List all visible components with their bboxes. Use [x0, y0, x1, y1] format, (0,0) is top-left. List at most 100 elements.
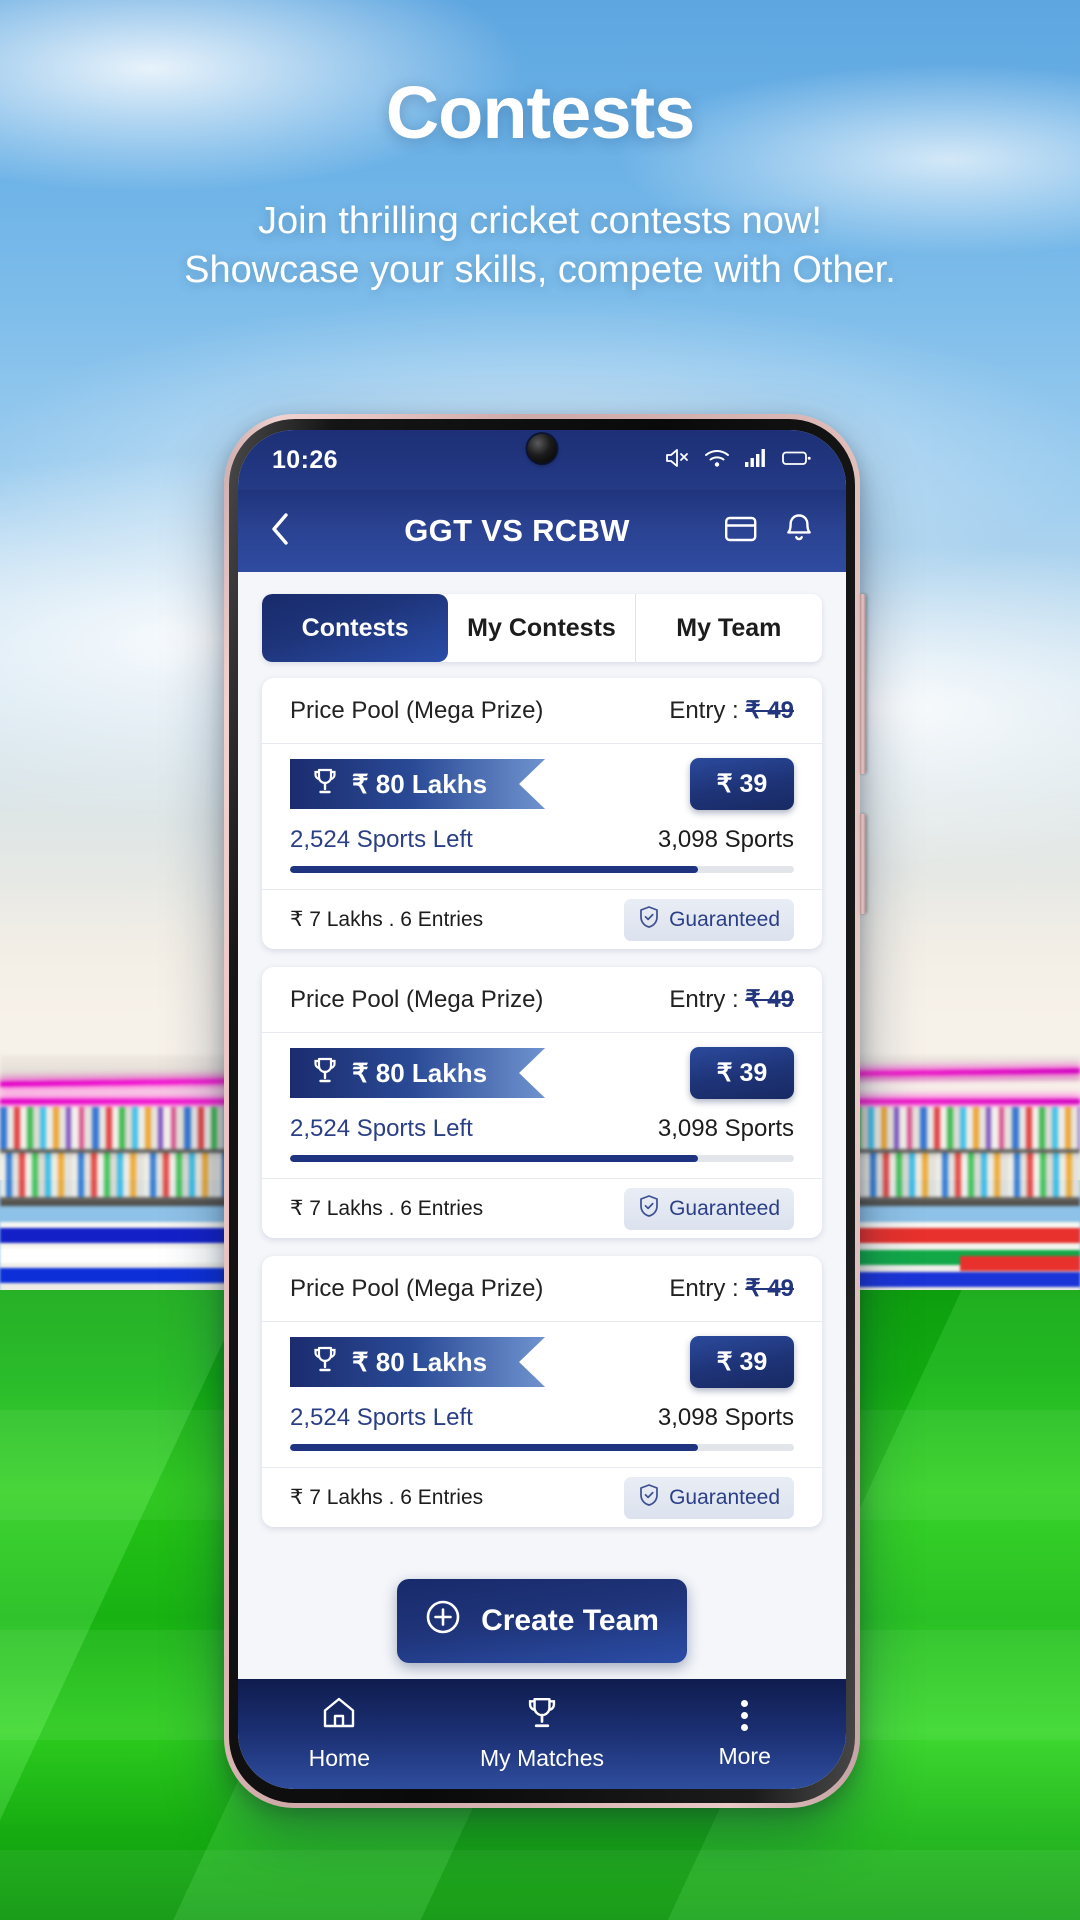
create-team-button[interactable]: Create Team	[397, 1579, 687, 1663]
trophy-icon	[312, 1345, 338, 1380]
spots-progress-fill	[290, 866, 699, 873]
contest-card-header: Price Pool (Mega Prize) Entry : ₹ 49	[262, 678, 822, 744]
spots-left: 2,524 Sports Left	[290, 1115, 473, 1142]
tab-my-contests[interactable]: My Contests	[448, 594, 636, 662]
entry-fee: Entry : ₹ 49	[669, 985, 794, 1014]
entry-label: Entry :	[669, 1275, 746, 1302]
nav-item-more[interactable]: More	[643, 1699, 846, 1770]
contest-card[interactable]: Price Pool (Mega Prize) Entry : ₹ 49 ₹ 8…	[262, 1256, 822, 1527]
tab-my-team[interactable]: My Team	[636, 594, 822, 662]
contest-card[interactable]: Price Pool (Mega Prize) Entry : ₹ 49 ₹ 8…	[262, 678, 822, 949]
spots-row: 2,524 Sports Left 3,098 Sports	[290, 1404, 794, 1432]
prize-amount: ₹ 80 Lakhs	[352, 1346, 488, 1377]
nav-item-my-matches[interactable]: My Matches	[441, 1696, 644, 1772]
entry-amount: ₹ 49	[745, 697, 794, 724]
wifi-icon	[704, 448, 730, 473]
ad-board	[0, 1268, 252, 1283]
power-button[interactable]	[860, 814, 866, 914]
pitch-stripe	[0, 1850, 1080, 1920]
prize-ribbon: ₹ 80 Lakhs	[290, 1337, 545, 1387]
prize-ribbon: ₹ 80 Lakhs	[290, 1048, 545, 1098]
front-camera	[527, 434, 557, 463]
contest-card-header: Price Pool (Mega Prize) Entry : ₹ 49	[262, 967, 822, 1033]
contest-card-body: ₹ 80 Lakhs ₹ 39 2,524 Sports Left 3,098 …	[262, 1033, 822, 1178]
prize-ribbon: ₹ 80 Lakhs	[290, 759, 545, 809]
guaranteed-label: Guaranteed	[669, 1485, 780, 1509]
join-price-button[interactable]: ₹ 39	[690, 758, 794, 810]
contest-card-footer: ₹ 7 Lakhs . 6 Entries Guaranteed	[262, 1178, 822, 1238]
nav-label-more: More	[718, 1742, 771, 1769]
contest-footer-info: ₹ 7 Lakhs . 6 Entries	[290, 1197, 484, 1220]
nav-label-my-matches: My Matches	[480, 1745, 604, 1771]
entry-label: Entry :	[669, 986, 746, 1013]
volume-button[interactable]	[860, 594, 866, 774]
battery-icon	[782, 449, 812, 472]
nav-label-home: Home	[308, 1745, 371, 1771]
contest-card[interactable]: Price Pool (Mega Prize) Entry : ₹ 49 ₹ 8…	[262, 967, 822, 1238]
prize-amount: ₹ 80 Lakhs	[352, 1057, 488, 1088]
status-time: 10:26	[272, 445, 338, 474]
guaranteed-label: Guaranteed	[669, 1196, 780, 1220]
phone-screen: 10:26 GGT VS RCBW Contests My Contests M…	[238, 430, 846, 1789]
create-team-section: Create Team	[238, 1545, 846, 1679]
tab-contests[interactable]: Contests	[262, 594, 449, 662]
ad-board	[0, 1248, 248, 1263]
join-price-button[interactable]: ₹ 39	[690, 1047, 794, 1099]
spots-row: 2,524 Sports Left 3,098 Sports	[290, 826, 794, 854]
shield-check-icon	[638, 1194, 660, 1224]
contest-card-body: ₹ 80 Lakhs ₹ 39 2,524 Sports Left 3,098 …	[262, 744, 822, 889]
ad-board	[850, 1272, 1080, 1287]
contest-footer-info: ₹ 7 Lakhs . 6 Entries	[290, 908, 484, 931]
subtitle-line-2: Showcase your skills, compete with Other…	[184, 248, 896, 291]
page-subtitle: Join thrilling cricket contests now! Sho…	[0, 197, 1080, 294]
entry-fee: Entry : ₹ 49	[669, 696, 794, 725]
bottom-navigation: Home My Matches More	[238, 1679, 846, 1789]
nav-item-home[interactable]: Home	[238, 1696, 441, 1772]
app-header: GGT VS RCBW	[238, 490, 846, 572]
entry-amount: ₹ 49	[745, 986, 794, 1013]
more-vertical-icon	[741, 1699, 749, 1733]
wallet-icon[interactable]	[724, 514, 758, 549]
guaranteed-label: Guaranteed	[669, 907, 780, 931]
contest-card-body: ₹ 80 Lakhs ₹ 39 2,524 Sports Left 3,098 …	[262, 1322, 822, 1467]
home-icon	[321, 1696, 357, 1735]
trophy-icon	[525, 1696, 559, 1735]
spots-progress-bar	[290, 1155, 794, 1162]
shield-check-icon	[638, 905, 660, 935]
spots-progress-bar	[290, 866, 794, 873]
subtitle-line-1: Join thrilling cricket contests now!	[258, 200, 822, 242]
create-team-label: Create Team	[481, 1604, 659, 1637]
contest-list: Price Pool (Mega Prize) Entry : ₹ 49 ₹ 8…	[238, 662, 846, 1545]
prize-pool-label: Price Pool (Mega Prize)	[290, 985, 544, 1013]
match-title: GGT VS RCBW	[404, 513, 630, 548]
contest-footer-info: ₹ 7 Lakhs . 6 Entries	[290, 1486, 484, 1509]
prize-row: ₹ 80 Lakhs ₹ 39	[290, 1047, 794, 1099]
back-button[interactable]	[270, 512, 310, 551]
entry-amount: ₹ 49	[745, 1275, 794, 1302]
join-price-button[interactable]: ₹ 39	[690, 1336, 794, 1388]
ad-board	[960, 1256, 1080, 1271]
bell-icon[interactable]	[784, 512, 814, 551]
spots-left: 2,524 Sports Left	[290, 1404, 473, 1431]
phone-mockup: 10:26 GGT VS RCBW Contests My Contests M…	[224, 414, 866, 1808]
prize-row: ₹ 80 Lakhs ₹ 39	[290, 758, 794, 810]
app-content: Contests My Contests My Team Price Pool …	[238, 572, 846, 1679]
plus-circle-icon	[425, 1599, 461, 1643]
app-header-actions	[724, 512, 814, 551]
prize-row: ₹ 80 Lakhs ₹ 39	[290, 1336, 794, 1388]
prize-amount: ₹ 80 Lakhs	[352, 768, 488, 799]
contest-tabs: Contests My Contests My Team	[262, 594, 822, 662]
spots-progress-fill	[290, 1444, 699, 1451]
signal-icon	[744, 448, 768, 473]
mute-icon	[664, 447, 690, 474]
spots-total: 3,098 Sports	[657, 1115, 794, 1142]
ad-board	[840, 1228, 1080, 1243]
status-icons	[664, 447, 812, 474]
entry-label: Entry :	[669, 697, 746, 724]
contest-card-header: Price Pool (Mega Prize) Entry : ₹ 49	[262, 1256, 822, 1322]
spots-total: 3,098 Sports	[657, 1404, 794, 1431]
spots-progress-bar	[290, 1444, 794, 1451]
entry-fee: Entry : ₹ 49	[669, 1274, 794, 1303]
prize-pool-label: Price Pool (Mega Prize)	[290, 1274, 544, 1302]
guaranteed-badge: Guaranteed	[624, 1476, 794, 1519]
